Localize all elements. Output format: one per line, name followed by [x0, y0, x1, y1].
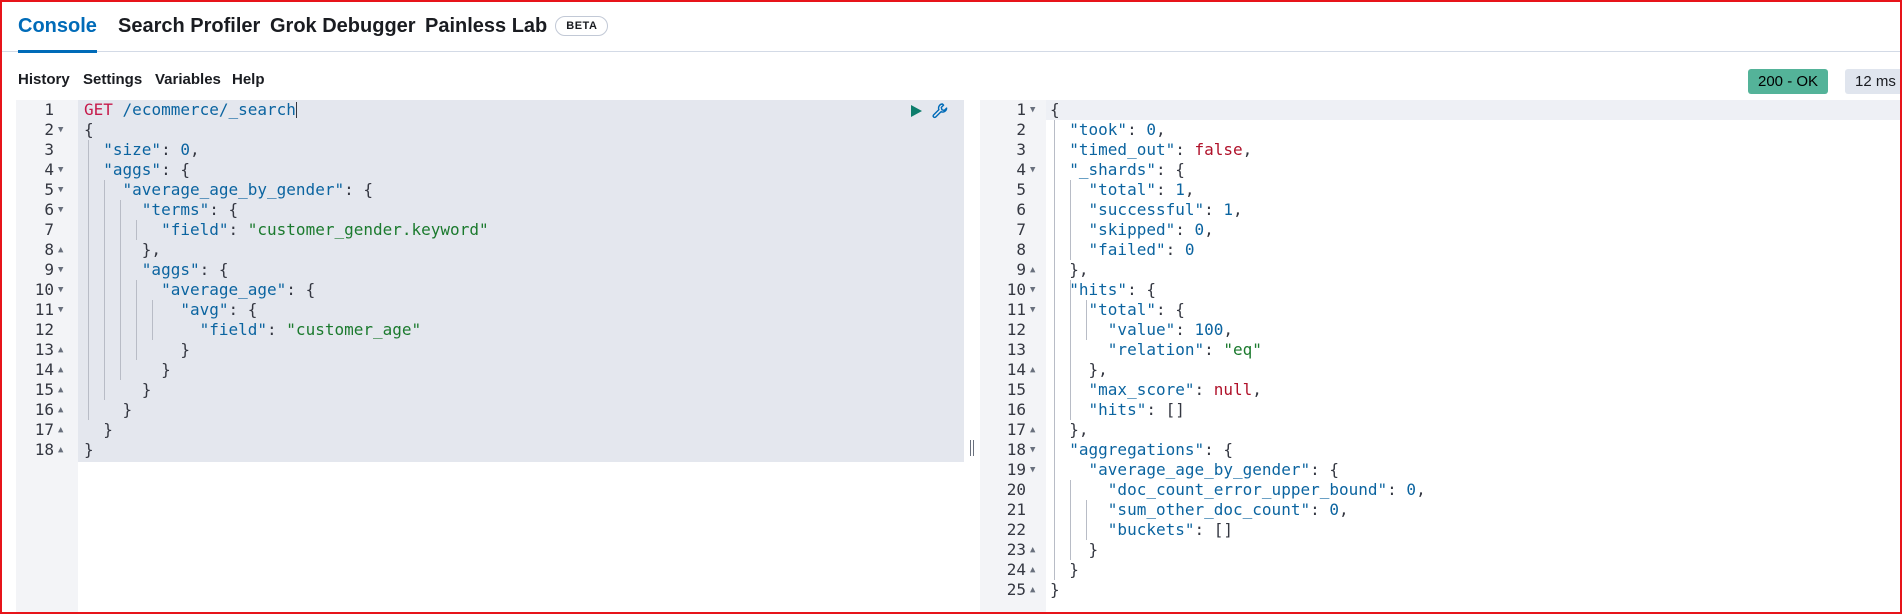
fold-open-icon[interactable]: ▼ [58, 200, 63, 220]
menu-history[interactable]: History [18, 71, 70, 88]
fold-close-icon[interactable]: ▲ [58, 360, 63, 380]
dev-tools-tabs: Console Search Profiler Grok Debugger Pa… [0, 0, 1902, 53]
request-path: /ecommerce/_search [122, 100, 296, 119]
menu-help[interactable]: Help [232, 71, 265, 88]
fold-close-icon[interactable]: ▲ [1030, 580, 1035, 600]
text-cursor [295, 102, 297, 118]
tab-grok-debugger[interactable]: Grok Debugger [270, 0, 416, 52]
menu-settings[interactable]: Settings [83, 71, 142, 88]
fold-close-icon[interactable]: ▲ [58, 420, 63, 440]
fold-close-icon[interactable]: ▲ [1030, 560, 1035, 580]
request-editor[interactable]: 1 GET /ecommerce/_search 2 ▼{ 3 "size": 0,… [16, 100, 964, 612]
fold-close-icon[interactable]: ▲ [1030, 540, 1035, 560]
fold-open-icon[interactable]: ▼ [58, 280, 63, 300]
fold-close-icon[interactable]: ▲ [1030, 360, 1035, 380]
tab-search-profiler[interactable]: Search Profiler [118, 0, 260, 52]
fold-open-icon[interactable]: ▼ [1030, 460, 1035, 480]
request-time-badge: 12 ms [1845, 69, 1902, 94]
fold-close-icon[interactable]: ▲ [1030, 420, 1035, 440]
fold-open-icon[interactable]: ▼ [1030, 160, 1035, 180]
console-menu-bar: History Settings Variables Help [0, 53, 1902, 100]
response-active-line [1046, 100, 1902, 120]
beta-badge: BETA [555, 16, 609, 36]
fold-open-icon[interactable]: ▼ [58, 300, 63, 320]
menu-variables[interactable]: Variables [155, 71, 221, 88]
response-viewer[interactable]: 1 ▼{ 2 "took": 0, 3 "timed_out": false, 4… [980, 100, 1902, 612]
play-icon[interactable] [909, 104, 923, 118]
fold-open-icon[interactable]: ▼ [58, 180, 63, 200]
fold-close-icon[interactable]: ▲ [58, 400, 63, 420]
fold-close-icon[interactable]: ▲ [1030, 260, 1035, 280]
tab-search-profiler-label: Search Profiler [118, 14, 261, 37]
fold-open-icon[interactable]: ▼ [58, 260, 63, 280]
tab-painless-lab[interactable]: Painless Lab BETA [425, 0, 609, 52]
fold-open-icon[interactable]: ▼ [58, 120, 63, 140]
fold-close-icon[interactable]: ▲ [58, 380, 63, 400]
tab-console[interactable]: Console [18, 0, 97, 53]
fold-close-icon[interactable]: ▲ [58, 240, 63, 260]
fold-open-icon[interactable]: ▼ [1030, 300, 1035, 320]
tab-painless-lab-label: Painless Lab [425, 14, 548, 37]
pane-resizer[interactable] [964, 100, 980, 612]
request-method: GET [84, 100, 113, 119]
tab-grok-debugger-label: Grok Debugger [270, 14, 416, 37]
tab-console-label: Console [18, 14, 97, 37]
fold-open-icon[interactable]: ▼ [58, 160, 63, 180]
fold-open-icon[interactable]: ▼ [1030, 280, 1035, 300]
status-badge: 200 - OK [1748, 69, 1829, 94]
fold-close-icon[interactable]: ▲ [58, 340, 63, 360]
resize-grip-icon [970, 440, 974, 456]
wrench-icon[interactable] [931, 102, 949, 120]
fold-close-icon[interactable]: ▲ [58, 440, 63, 460]
fold-open-icon[interactable]: ▼ [1030, 440, 1035, 460]
fold-open-icon[interactable]: ▼ [1030, 100, 1035, 120]
